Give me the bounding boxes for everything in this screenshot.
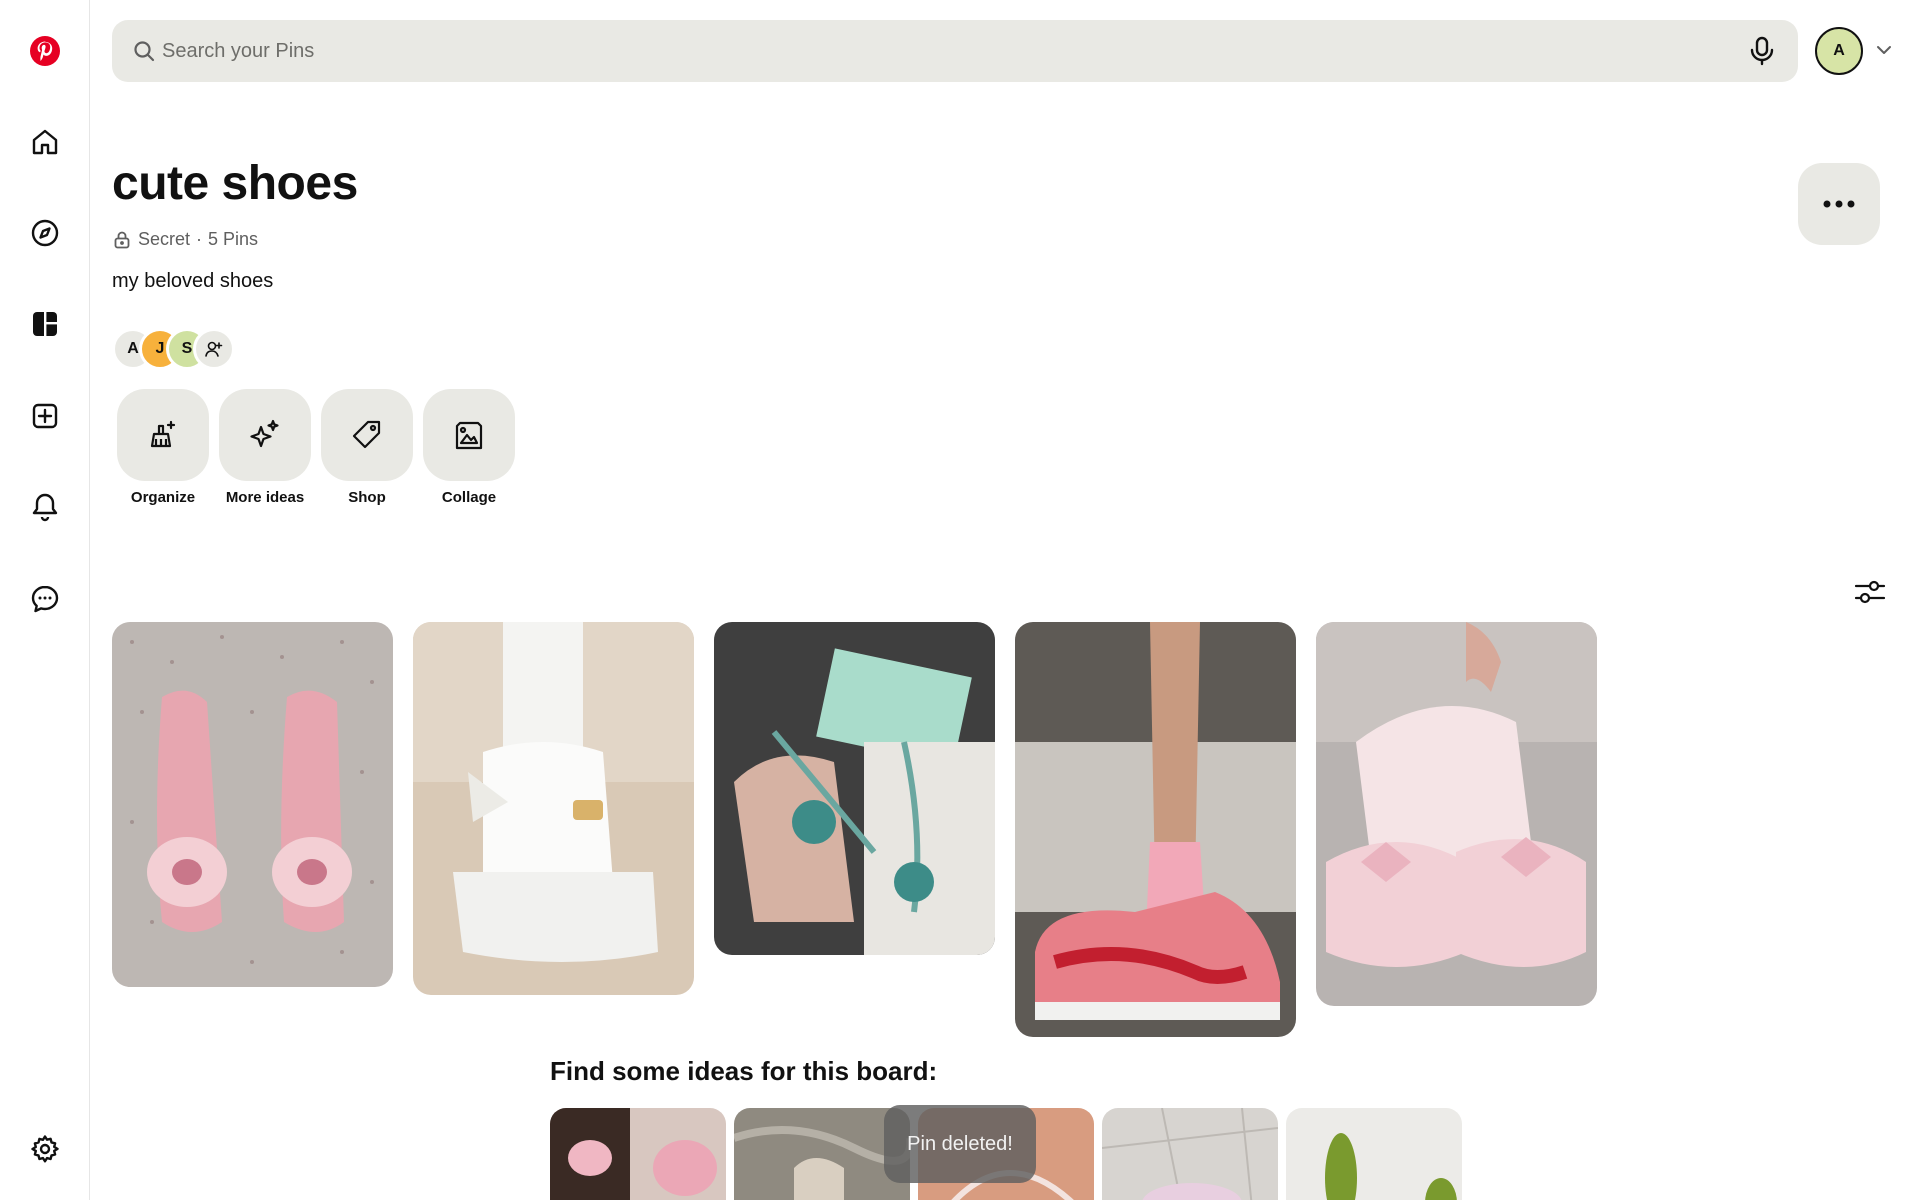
create-plus-icon[interactable] bbox=[21, 392, 69, 440]
white-platform-heels-image bbox=[413, 622, 694, 995]
settings-gear-icon[interactable] bbox=[21, 1125, 69, 1173]
green-mules-image bbox=[1286, 1108, 1462, 1200]
collage-button[interactable] bbox=[423, 389, 515, 481]
board-meta: Secret · 5 Pins bbox=[112, 229, 258, 250]
account-avatar[interactable]: A bbox=[1815, 27, 1863, 75]
home-icon[interactable] bbox=[21, 118, 69, 166]
pin-card[interactable] bbox=[413, 622, 694, 995]
board-visibility: Secret bbox=[138, 229, 191, 249]
collaborators[interactable]: A J S bbox=[112, 328, 242, 370]
pink-lolita-shoes-image bbox=[1316, 622, 1597, 1006]
organize-button[interactable] bbox=[117, 389, 209, 481]
ideas-heading: Find some ideas for this board: bbox=[550, 1056, 938, 1086]
idea-card[interactable] bbox=[1286, 1108, 1462, 1200]
messages-chat-icon[interactable] bbox=[21, 575, 69, 623]
broom-sparkle-icon bbox=[150, 420, 176, 448]
more-ideas-button[interactable] bbox=[219, 389, 311, 481]
collage-tool[interactable]: Collage bbox=[423, 389, 515, 506]
idea-card[interactable] bbox=[550, 1108, 726, 1200]
search-bar bbox=[112, 20, 1798, 82]
boards-icon[interactable] bbox=[21, 300, 69, 348]
filter-settings-button[interactable] bbox=[1850, 572, 1890, 612]
pin-card[interactable] bbox=[1316, 622, 1597, 1006]
collage-icon bbox=[455, 421, 483, 450]
collage-label: Collage bbox=[441, 489, 497, 506]
more-dots-icon bbox=[1823, 200, 1855, 208]
search-input[interactable] bbox=[162, 20, 1662, 82]
lock-icon bbox=[114, 231, 130, 248]
explore-compass-icon[interactable] bbox=[21, 209, 69, 257]
board-pin-count: 5 Pins bbox=[208, 229, 259, 249]
pin-card[interactable] bbox=[714, 622, 995, 955]
chevron-down-icon[interactable] bbox=[1874, 40, 1894, 60]
aqua-flower-heels-image bbox=[714, 622, 995, 955]
microphone-icon[interactable] bbox=[1746, 35, 1778, 67]
add-collaborator-button[interactable] bbox=[193, 328, 235, 370]
pink-orchid-heels-image bbox=[112, 622, 393, 987]
sliders-icon bbox=[1854, 580, 1886, 604]
shop-tool[interactable]: Shop bbox=[321, 389, 413, 506]
organize-tool[interactable]: Organize bbox=[117, 389, 209, 506]
idea-card[interactable] bbox=[1102, 1108, 1278, 1200]
shop-button[interactable] bbox=[321, 389, 413, 481]
orchid-hair-clip-image bbox=[550, 1108, 726, 1200]
more-ideas-tool[interactable]: More ideas bbox=[219, 389, 311, 506]
board-title: cute shoes bbox=[112, 157, 358, 210]
pin-card[interactable] bbox=[1015, 622, 1296, 1037]
search-icon bbox=[134, 41, 155, 62]
tiled-floor-shoes-image bbox=[1102, 1108, 1278, 1200]
pink-sneakers-image bbox=[1015, 622, 1296, 1037]
board-more-options-button[interactable] bbox=[1798, 163, 1880, 245]
meta-separator: · bbox=[196, 229, 203, 249]
pin-deleted-toast: Pin deleted! bbox=[884, 1105, 1036, 1183]
notifications-bell-icon[interactable] bbox=[21, 483, 69, 531]
add-person-icon bbox=[205, 341, 223, 357]
sidebar-nav bbox=[0, 0, 90, 1200]
board-description: my beloved shoes bbox=[112, 270, 274, 292]
tag-icon bbox=[352, 420, 381, 449]
sparkle-icon bbox=[250, 419, 279, 448]
pin-card[interactable] bbox=[112, 622, 393, 987]
pinterest-logo-icon[interactable] bbox=[21, 27, 69, 75]
